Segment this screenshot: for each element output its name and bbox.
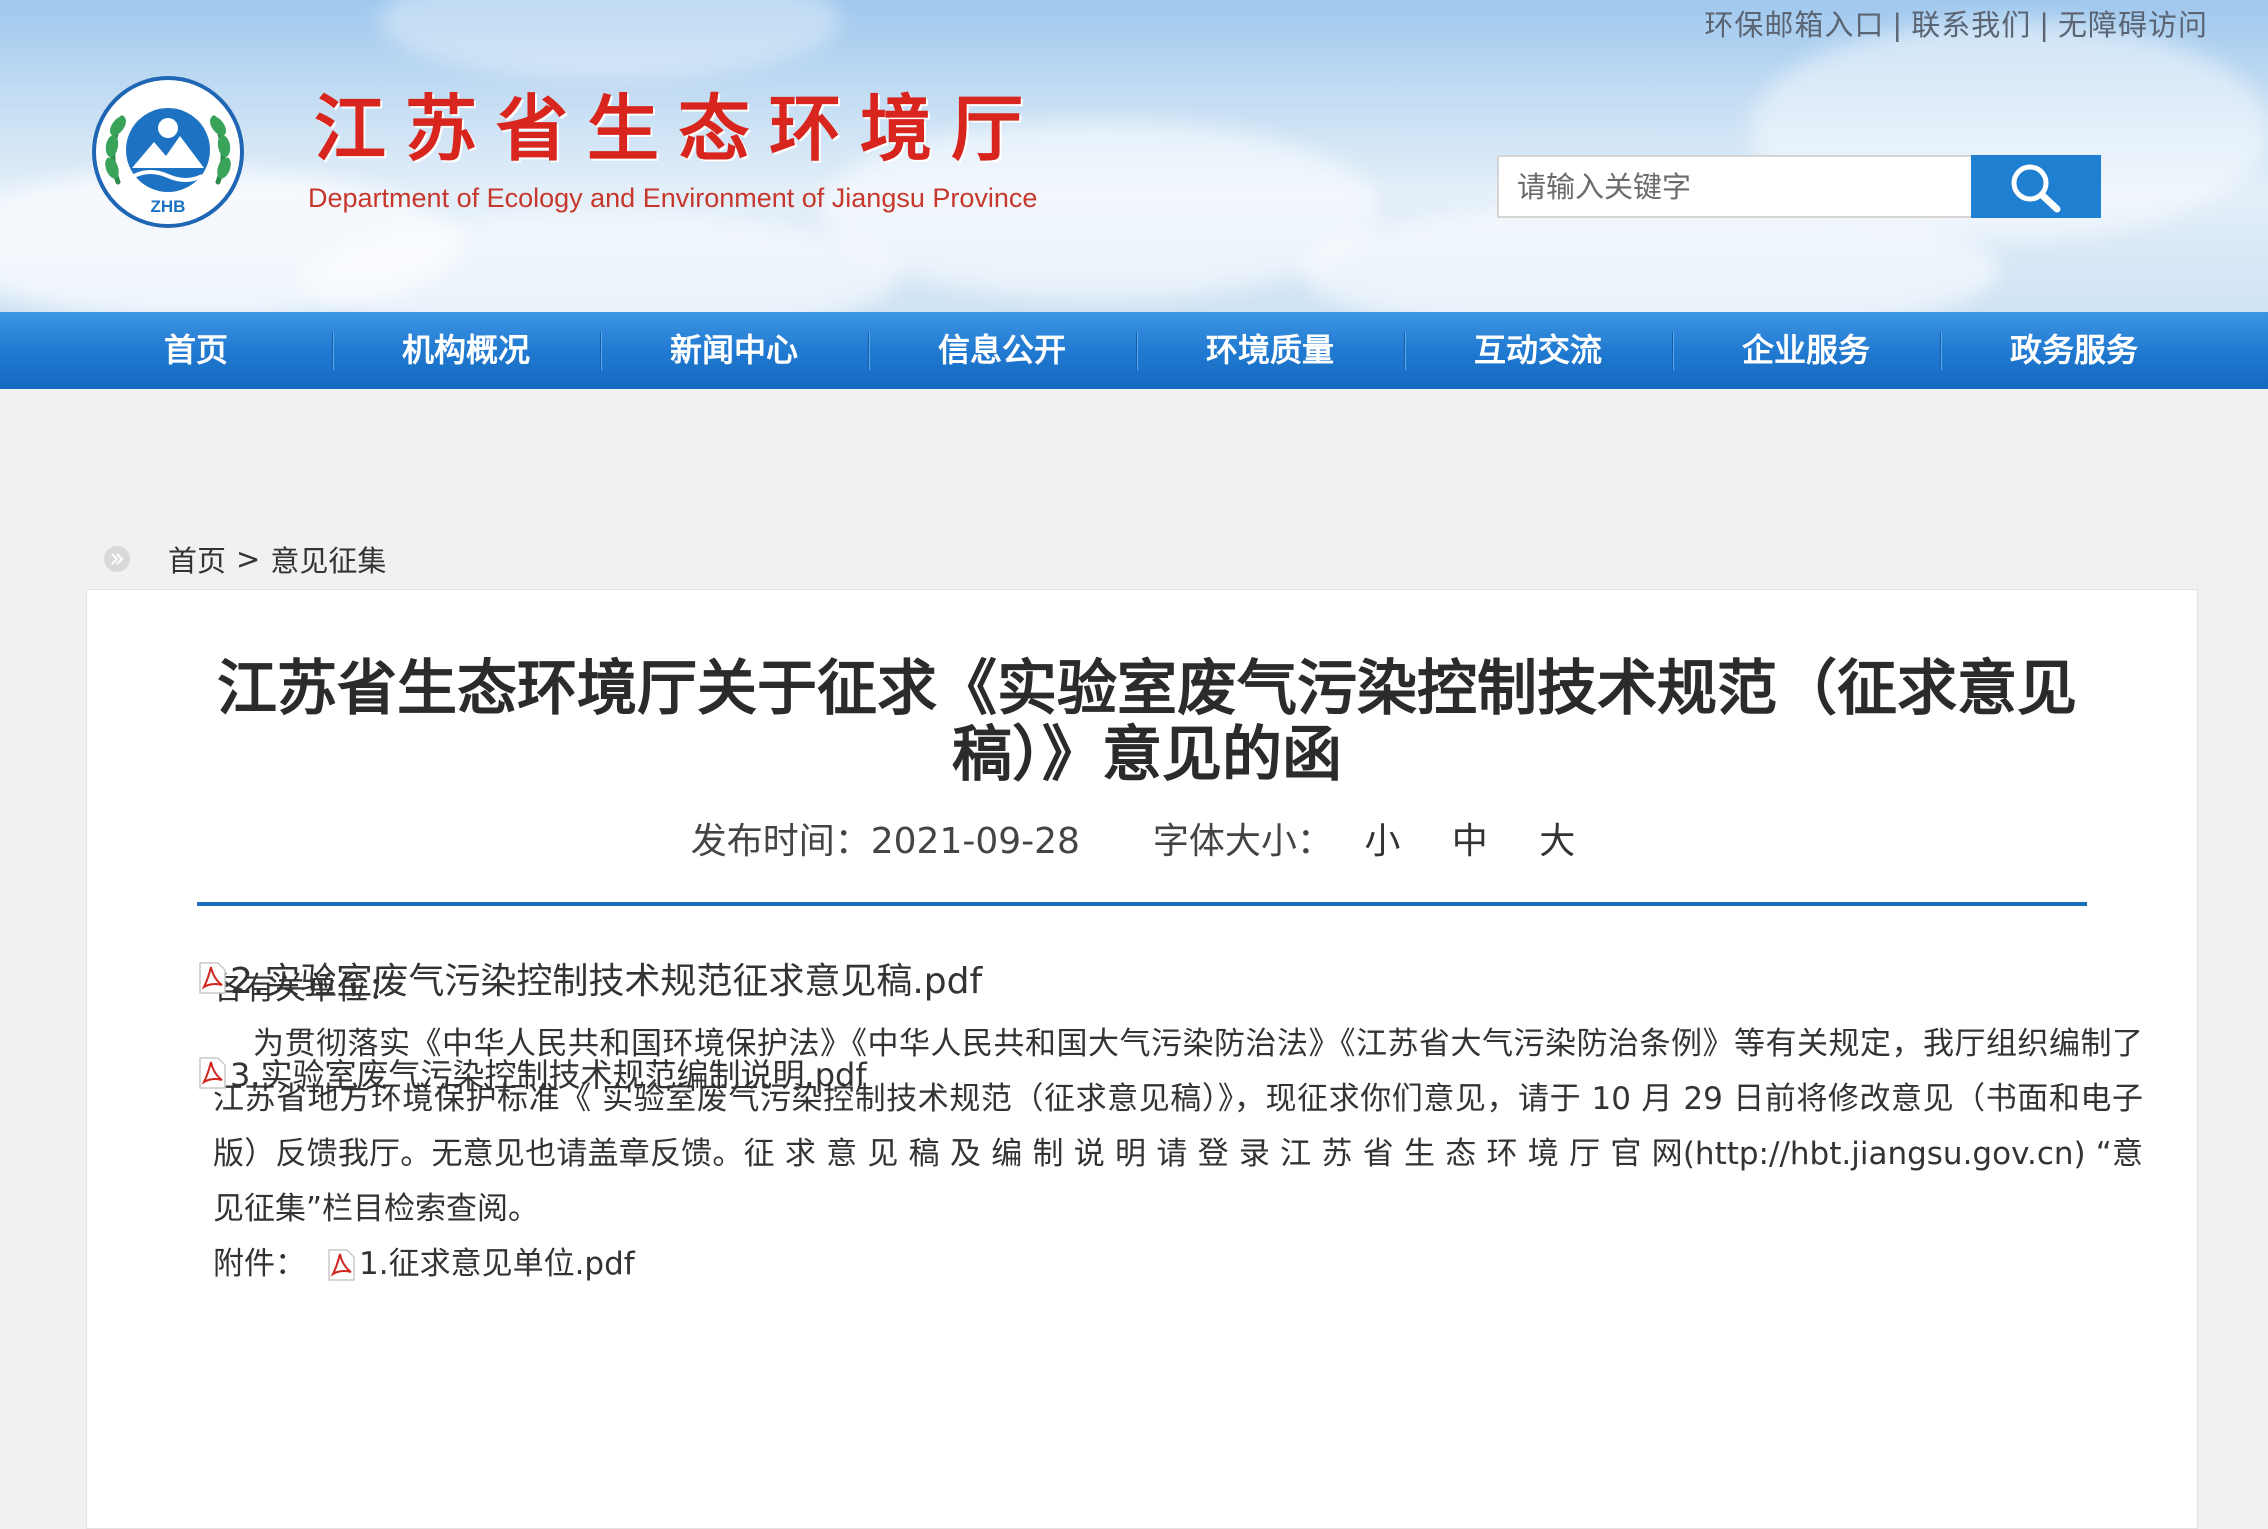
attachment-name: 2.实验室废气污染控制技术规范征求意见稿.pdf bbox=[230, 961, 983, 1002]
nav-item-interaction[interactable]: 互动交流 bbox=[1404, 312, 1672, 389]
mailbox-link[interactable]: 环保邮箱入口 bbox=[1704, 8, 1884, 42]
site-title[interactable]: 江苏省生态环境厅 bbox=[314, 84, 1042, 174]
top-links: 环保邮箱入口 | 联系我们 | 无障碍访问 bbox=[1704, 2, 2208, 44]
nav-item-government-services[interactable]: 政务服务 bbox=[1940, 312, 2208, 389]
article-title: 江苏省生态环境厅关于征求《实验室废气污染控制技术规范（征求意见稿）》意见的函 bbox=[217, 654, 2077, 790]
article-meta: 发布时间：2021-09-28 字体大小： 小 中 大 bbox=[87, 812, 2199, 864]
article-body: 各有关单位： 为贯彻落实《中华人民共和国环境保护法》《中华人民共和国大气污染防治… bbox=[213, 962, 2143, 1292]
publish-date: 2021-09-28 bbox=[870, 821, 1080, 862]
breadcrumb-current[interactable]: 意见征集 bbox=[270, 538, 386, 580]
nav-item-home[interactable]: 首页 bbox=[60, 312, 332, 389]
font-size-label: 字体大小： bbox=[1152, 821, 1333, 862]
contact-link[interactable]: 联系我们 bbox=[1911, 8, 2031, 42]
attachment-link-2[interactable]: 2.实验室废气污染控制技术规范征求意见稿.pdf bbox=[196, 952, 982, 1004]
top-link-separator: | bbox=[1892, 8, 1904, 42]
main-nav: 首页 机构概况 新闻中心 信息公开 环境质量 互动交流 企业服务 政务服务 bbox=[0, 312, 2268, 389]
font-size-small-button[interactable]: 小 bbox=[1364, 821, 1400, 862]
title-divider bbox=[197, 902, 2087, 906]
attachment-link-3[interactable]: 3.实验室废气污染控制技术规范编制说明.pdf bbox=[196, 1050, 867, 1096]
font-size-large-button[interactable]: 大 bbox=[1539, 821, 1575, 862]
emblem-text: ZHB bbox=[151, 197, 186, 216]
top-link-separator: | bbox=[2039, 8, 2050, 42]
search-icon bbox=[2011, 164, 2061, 212]
breadcrumb: 首页 > 意见征集 bbox=[104, 538, 386, 580]
accessibility-link[interactable]: 无障碍访问 bbox=[2058, 8, 2208, 42]
search-input[interactable] bbox=[1499, 157, 1969, 216]
font-size-medium-button[interactable]: 中 bbox=[1452, 821, 1488, 862]
nav-item-news[interactable]: 新闻中心 bbox=[600, 312, 868, 389]
nav-item-disclosure[interactable]: 信息公开 bbox=[868, 312, 1136, 389]
site-header: 环保邮箱入口 | 联系我们 | 无障碍访问 ZHB 江苏省生态环境厅 Departmen… bbox=[0, 0, 2268, 312]
publish-label: 发布时间： bbox=[690, 821, 871, 862]
breadcrumb-home[interactable]: 首页 bbox=[168, 538, 226, 580]
nav-item-enterprise-services[interactable]: 企业服务 bbox=[1672, 312, 1940, 389]
attachment-name: 1.征求意见单位.pdf bbox=[359, 1246, 635, 1282]
attachment-link-1[interactable]: 1.征求意见单位.pdf bbox=[325, 1237, 635, 1292]
attachments-label: 附件： bbox=[213, 1246, 306, 1282]
attachments-row: 附件： 1.征求意见单位.pdf bbox=[213, 1237, 2143, 1292]
pdf-icon bbox=[328, 1248, 355, 1281]
attachment-name: 3.实验室废气污染控制技术规范编制说明.pdf bbox=[230, 1056, 867, 1094]
pdf-icon bbox=[199, 1057, 226, 1089]
department-emblem-logo[interactable]: ZHB bbox=[88, 72, 248, 232]
breadcrumb-separator: > bbox=[236, 542, 261, 576]
search-button[interactable] bbox=[1971, 155, 2101, 218]
chevron-right-icon bbox=[104, 546, 130, 572]
search-box bbox=[1497, 155, 2101, 218]
nav-item-environment-quality[interactable]: 环境质量 bbox=[1136, 312, 1404, 389]
nav-item-organization[interactable]: 机构概况 bbox=[332, 312, 600, 389]
pdf-icon bbox=[199, 962, 226, 994]
site-subtitle: Department of Ecology and Environment of… bbox=[308, 183, 1038, 213]
